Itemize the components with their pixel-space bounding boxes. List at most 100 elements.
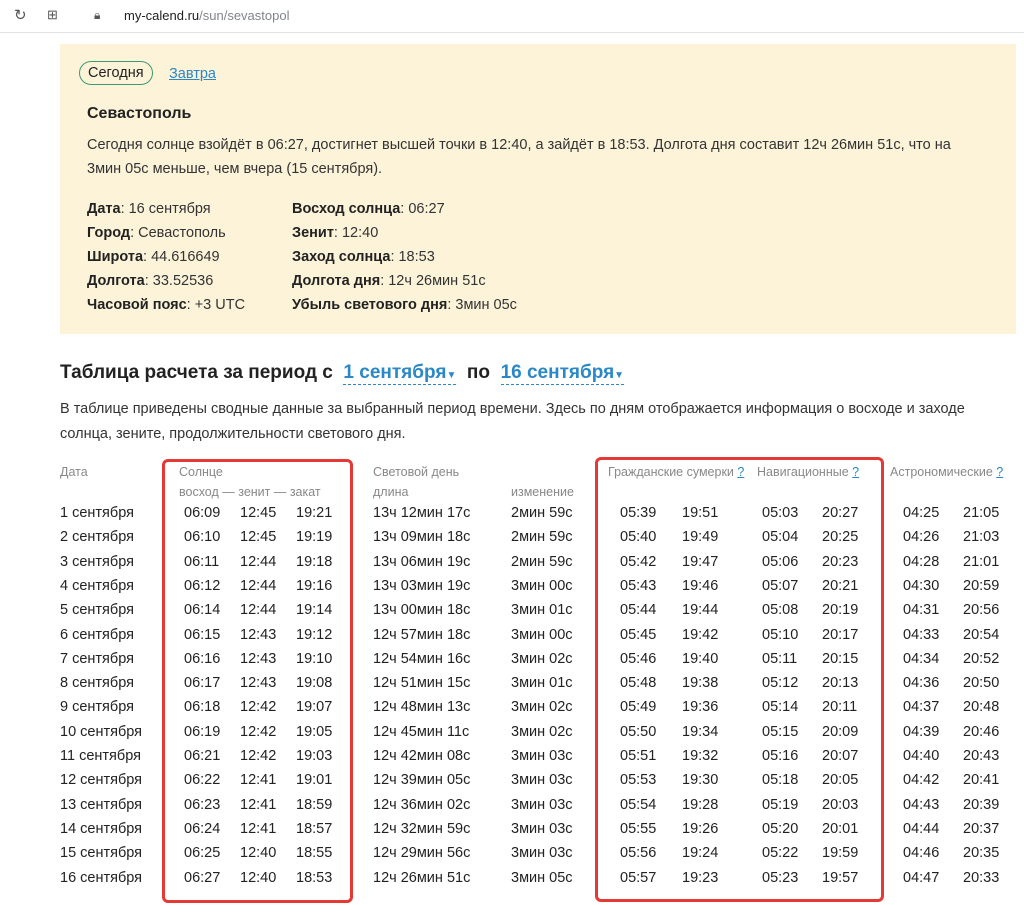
table-row: 7 сентября 06:16 12:43 19:10 12ч 54мин 16с 3м… [0,651,1024,675]
info-item: Зенит: 12:40 [292,221,517,245]
table-row: 14 сентября 06:24 12:41 18:57 12ч 32мин 59с 3… [0,821,1024,845]
cell-sunrise: 06:27 [184,869,221,886]
cell-day-change: 3мин 03с [511,748,573,764]
cell-astro-start: 04:36 [903,675,940,692]
cell-zenith: 12:43 [240,626,277,643]
cell-nautical-start: 05:12 [762,675,799,692]
table-row: 6 сентября 06:15 12:43 19:12 12ч 57мин 18с 3м… [0,627,1024,651]
cell-sunrise: 06:17 [184,675,221,692]
table-row: 15 сентября 06:25 12:40 18:55 12ч 29мин 56с 3… [0,845,1024,869]
tab-today[interactable]: Сегодня [79,61,153,85]
col-header-astronomical: Астрономические ? [890,465,1004,479]
cell-civil-end: 19:40 [682,650,719,667]
url-path: /sun/sevastopol [199,8,290,23]
cell-civil-start: 05:40 [620,529,657,546]
address-bar[interactable]: my-calend.ru/sun/sevastopol [124,8,289,23]
cell-nautical-start: 05:03 [762,505,799,521]
cell-civil-start: 05:51 [620,748,657,764]
cell-sunrise: 06:10 [184,529,221,546]
tab-tomorrow[interactable]: Завтра [169,66,216,82]
cell-day-change: 3мин 02с [511,723,573,740]
period-from-dropdown[interactable]: 1 сентября▼ [343,362,457,385]
info-item: Долгота: 33.52536 [87,269,245,293]
cell-civil-start: 05:49 [620,699,657,716]
cell-nautical-end: 20:11 [822,699,858,716]
cell-astro-start: 04:44 [903,820,940,837]
cell-astro-end: 20:37 [963,820,1000,837]
info-label: Зенит [292,225,334,241]
cell-nautical-end: 20:09 [822,723,859,740]
lock-icon[interactable]: 🔒︎ [94,8,100,23]
cell-astro-end: 20:43 [963,748,1000,764]
cell-nautical-start: 05:07 [762,577,799,594]
cell-astro-start: 04:26 [903,529,940,546]
cell-sunset: 19:19 [296,529,333,546]
cell-civil-start: 05:45 [620,626,657,643]
cell-sunrise: 06:12 [184,577,221,594]
city-title: Севастополь [87,105,192,122]
cell-day-length: 12ч 48мин 13с [373,699,471,716]
cell-civil-end: 19:30 [682,772,719,789]
table-row: 8 сентября 06:17 12:43 19:08 12ч 51мин 15с 3м… [0,675,1024,699]
cell-astro-start: 04:40 [903,748,940,764]
reload-icon[interactable]: ↻ [14,6,27,24]
apps-grid-icon[interactable]: ⊞ [47,7,58,23]
cell-civil-start: 05:56 [620,845,657,862]
table-row: 3 сентября 06:11 12:44 19:18 13ч 06мин 19с 2м… [0,554,1024,578]
info-left-column: Дата: 16 сентября Город: Севастополь Шир… [87,197,245,317]
info-value: : 3мин 05с [447,297,517,313]
info-item: Убыль светового дня: 3мин 05с [292,293,517,317]
cell-date: 9 сентября [60,699,134,716]
cell-date: 11 сентября [60,748,141,764]
cell-date: 8 сентября [60,675,134,692]
info-value: : +3 UTC [186,297,246,313]
cell-sunset: 19:18 [296,553,333,570]
cell-civil-start: 05:50 [620,723,657,740]
cell-nautical-start: 05:08 [762,602,799,619]
cell-astro-end: 20:48 [963,699,1000,716]
cell-sunset: 18:53 [296,869,333,886]
cell-civil-end: 19:24 [682,845,719,862]
table-row: 11 сентября 06:21 12:42 19:03 12ч 42мин 08с 3… [0,748,1024,772]
info-value: : Севастополь [130,225,226,241]
cell-nautical-end: 20:23 [822,553,859,570]
cell-nautical-start: 05:15 [762,723,799,740]
cell-civil-end: 19:38 [682,675,719,692]
cell-nautical-end: 20:03 [822,796,859,813]
table-row: 5 сентября 06:14 12:44 19:14 13ч 00мин 18с 3м… [0,602,1024,626]
cell-civil-start: 05:55 [620,820,657,837]
cell-sunset: 19:07 [296,699,333,716]
cell-day-change: 3мин 02с [511,699,573,716]
info-label: Часовой пояс [87,297,187,313]
info-label: Дата [87,201,121,217]
cell-nautical-end: 20:13 [822,675,859,692]
cell-day-change: 3мин 05с [511,869,573,886]
table-row: 13 сентября 06:23 12:41 18:59 12ч 36мин 02с 3… [0,797,1024,821]
cell-nautical-start: 05:11 [762,650,798,667]
sun-summary-text: Сегодня солнце взойдёт в 06:27, достигне… [87,137,951,177]
cell-astro-end: 20:39 [963,796,1000,813]
cell-civil-end: 19:51 [682,505,719,521]
cell-nautical-end: 20:05 [822,772,859,789]
cell-day-length: 12ч 54мин 16с [373,650,471,667]
cell-day-change: 2мин 59с [511,505,573,521]
cell-day-length: 12ч 45мин 11с [373,723,470,740]
cell-zenith: 12:45 [240,529,277,546]
cell-date: 7 сентября [60,650,134,667]
cell-sunrise: 06:21 [184,748,221,764]
help-link-astronomical[interactable]: ? [996,465,1003,479]
browser-toolbar: ↻ ⊞ 🔒︎ my-calend.ru/sun/sevastopol [0,0,1024,33]
cell-sunset: 19:08 [296,675,333,692]
cell-sunset: 18:57 [296,820,333,837]
info-item: Восход солнца: 06:27 [292,197,517,221]
cell-astro-end: 20:54 [963,626,1000,643]
cell-astro-end: 20:59 [963,577,1000,594]
cell-astro-start: 04:31 [903,602,940,619]
table-row: 16 сентября 06:27 12:40 18:53 12ч 26мин 51с 3… [0,870,1024,894]
cell-day-change: 3мин 03с [511,796,573,813]
cell-nautical-start: 05:20 [762,820,799,837]
cell-astro-start: 04:47 [903,869,940,886]
cell-day-change: 3мин 03с [511,772,573,789]
cell-civil-end: 19:36 [682,699,719,716]
period-to-dropdown[interactable]: 16 сентября▼ [500,362,625,385]
